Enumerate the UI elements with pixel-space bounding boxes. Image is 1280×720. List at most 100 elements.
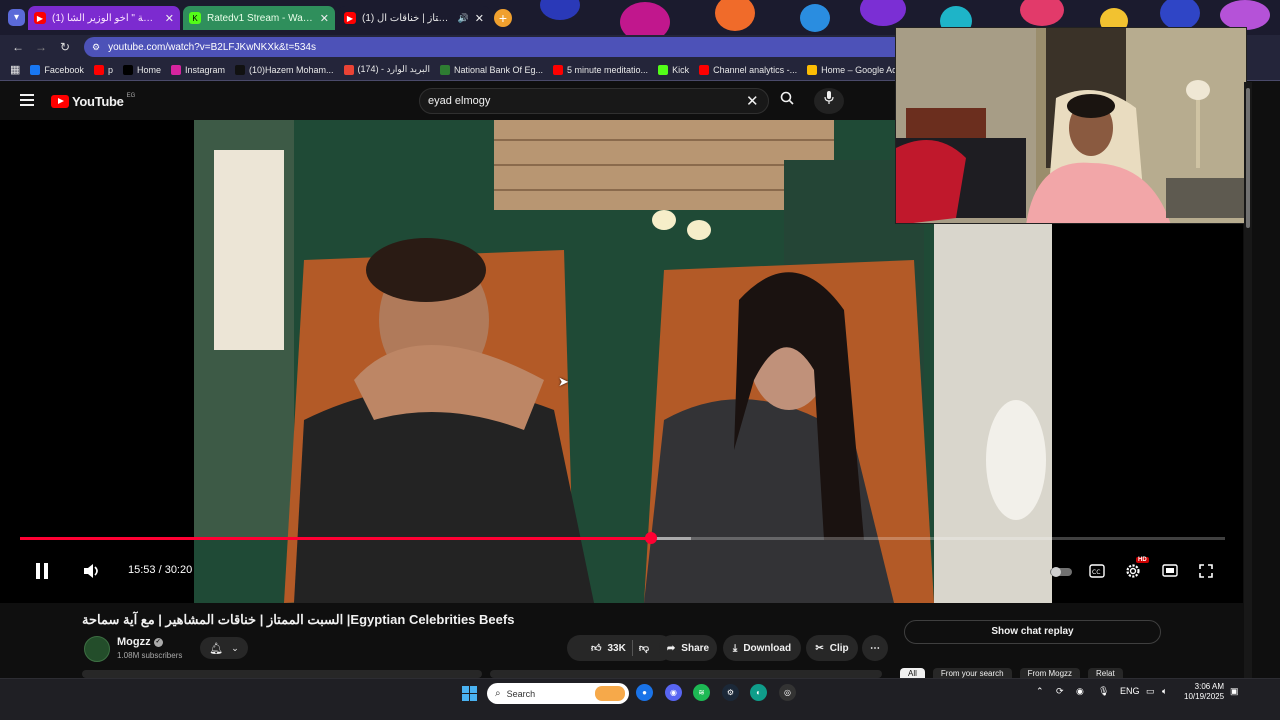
clock-time: 3:06 AM (1194, 682, 1224, 691)
taskbar-search-label: Search (506, 688, 536, 699)
language-indicator[interactable]: ENG (1120, 686, 1140, 696)
microphone-tray-icon[interactable]: 🎙︎ (1098, 686, 1109, 697)
forward-icon[interactable]: → (32, 38, 50, 56)
chip-from-channel[interactable]: From Mogzz (1019, 668, 1081, 678)
like-dislike-group: 👍︎ 33K 👎︎ (567, 635, 673, 661)
chip-related[interactable]: Relat (1088, 668, 1123, 678)
x-icon (122, 64, 133, 75)
webcam-image (896, 28, 1246, 223)
video-progress-bar[interactable] (20, 532, 1225, 544)
reload-icon[interactable]: ↻ (56, 38, 74, 56)
microphone-icon[interactable] (814, 88, 844, 114)
bookmark-item[interactable]: p (93, 64, 113, 75)
bookmark-item[interactable]: (10)Hazem Moham... (235, 64, 334, 75)
tab-kick-stream[interactable]: K Ratedv1 Stream - Watch Live o ✕ (183, 6, 335, 30)
show-chat-replay-button[interactable]: Show chat replay (904, 620, 1161, 644)
bank-icon (439, 64, 450, 75)
download-button[interactable]: ⤓ Download (723, 635, 801, 661)
verified-icon: ✓ (153, 637, 163, 647)
notification-bell-button[interactable]: 🔔︎ ⌄ (200, 637, 248, 659)
back-icon[interactable]: ← (9, 38, 27, 56)
tab-title: (1) السبت الممتاز | خناقات ال (362, 12, 452, 24)
autoplay-toggle[interactable] (1050, 565, 1072, 581)
download-label: Download (743, 642, 792, 654)
tab-title: (1) عقار الهلوسة " أخو الوزير الشا (52, 12, 159, 24)
audio-playing-icon[interactable]: 🔊 (458, 13, 469, 24)
like-count: 33K (607, 642, 626, 654)
obs-icon[interactable]: ◎ (779, 684, 796, 701)
bookmark-item[interactable]: 5 minute meditatio... (553, 64, 648, 75)
search-input[interactable]: eyad elmogy (419, 88, 769, 114)
taskbar-search-box[interactable]: ⌕ Search (487, 683, 629, 704)
fullscreen-icon[interactable] (1199, 564, 1213, 581)
scrollbar-thumb[interactable] (1246, 88, 1250, 228)
site-info-icon[interactable]: ⚙ (92, 42, 100, 53)
channel-avatar[interactable] (84, 636, 110, 662)
network-icon[interactable]: ▭ (1146, 686, 1155, 697)
show-hidden-icons[interactable]: ⌃ (1036, 686, 1044, 697)
youtube-icon (553, 64, 564, 75)
more-icon: ⋯ (870, 642, 880, 654)
clip-button[interactable]: ✂ Clip (806, 635, 858, 661)
bookmark-item[interactable]: Kick (658, 64, 689, 75)
close-icon[interactable]: ✕ (165, 12, 174, 25)
menu-icon[interactable] (20, 94, 34, 106)
streamer-webcam-overlay (895, 27, 1247, 224)
subtitles-icon[interactable]: CC (1089, 564, 1105, 581)
chip-all[interactable]: All (900, 668, 925, 678)
more-actions-button[interactable]: ⋯ (862, 635, 888, 661)
new-tab-button[interactable]: + (494, 9, 512, 27)
scrubber-handle[interactable] (644, 532, 657, 544)
scissors-icon: ✂ (815, 642, 824, 654)
close-icon[interactable]: ✕ (320, 12, 329, 25)
bookmark-label: Instagram (184, 64, 225, 75)
bookmark-item[interactable]: Home (122, 64, 161, 75)
windows-start-icon[interactable] (462, 686, 477, 701)
close-icon[interactable]: ✕ (475, 12, 484, 25)
settings-gear-icon[interactable] (1125, 563, 1141, 582)
bookmark-item[interactable]: Home – Google Ad... (807, 64, 905, 75)
page-scrollbar[interactable] (1244, 82, 1252, 678)
share-button[interactable]: ➦ Share (659, 635, 717, 661)
chip-from-search[interactable]: From your search (932, 668, 1012, 678)
discord-icon[interactable]: ◉ (665, 684, 682, 701)
logo-text: YouTube (72, 94, 124, 109)
chrome-icon[interactable]: ● (636, 684, 653, 701)
clear-search-icon[interactable]: ✕ (746, 92, 759, 110)
bookmark-item[interactable]: Instagram (170, 64, 225, 75)
like-button[interactable]: 👍︎ 33K (591, 642, 626, 655)
search-icon[interactable] (771, 88, 803, 114)
search-icon: ⌕ (495, 688, 501, 699)
country-code: EG (126, 92, 136, 99)
bookmark-item[interactable]: Channel analytics -... (699, 64, 797, 75)
edge-icon[interactable]: ◐ (750, 684, 767, 701)
bookmark-label: Home – Google Ad... (821, 64, 905, 75)
volume-icon[interactable] (83, 563, 101, 582)
speaker-icon[interactable]: 🔈︎ (1162, 686, 1167, 697)
bookmark-label: p (107, 64, 113, 75)
youtube-play-icon (51, 95, 69, 108)
bookmark-item[interactable]: National Bank Of Eg... (439, 64, 543, 75)
theater-mode-icon[interactable] (1162, 564, 1178, 580)
bookmark-item[interactable]: Facebook (30, 64, 84, 75)
spotify-icon[interactable]: ≋ (693, 684, 710, 701)
youtube-logo[interactable]: YouTube EG (51, 92, 136, 109)
tab-youtube-1[interactable]: ▶ (1) عقار الهلوسة " أخو الوزير الشا ✕ (28, 6, 180, 30)
bookmark-item[interactable]: البريد الوارد - (174) (343, 64, 430, 75)
gmail-icon (343, 64, 354, 75)
discord-tray-icon[interactable]: ◉ (1076, 686, 1084, 697)
address-bar[interactable]: ⚙ youtube.com/watch?v=B2LFJKwNKXk&t=534s (84, 37, 904, 57)
pause-icon[interactable] (34, 562, 50, 583)
channel-name[interactable]: Mogzz ✓ (117, 636, 163, 648)
system-clock[interactable]: 3:06 AM 10/19/2025 (1184, 682, 1224, 702)
chevron-down-icon: ⌄ (231, 642, 239, 653)
notifications-icon[interactable]: ▣ (1230, 686, 1239, 697)
youtube-icon (93, 64, 104, 75)
tab-youtube-current[interactable]: ▶ (1) السبت الممتاز | خناقات ال 🔊 ✕ (338, 6, 490, 30)
apps-grid-icon[interactable]: ▦ (10, 63, 20, 76)
tab-search-button[interactable]: ▾ (8, 9, 25, 26)
sync-icon[interactable]: ⟳ (1056, 686, 1064, 697)
windows-taskbar: ⌕ Search ● ◉ ≋ ⚙ ◐ ◎ ⌃ ⟳ ◉ 🎙︎ ENG ▭ 🔈︎ 3… (0, 678, 1280, 720)
thumbs-down-icon[interactable]: 👎︎ (639, 642, 649, 654)
steam-icon[interactable]: ⚙ (722, 684, 739, 701)
